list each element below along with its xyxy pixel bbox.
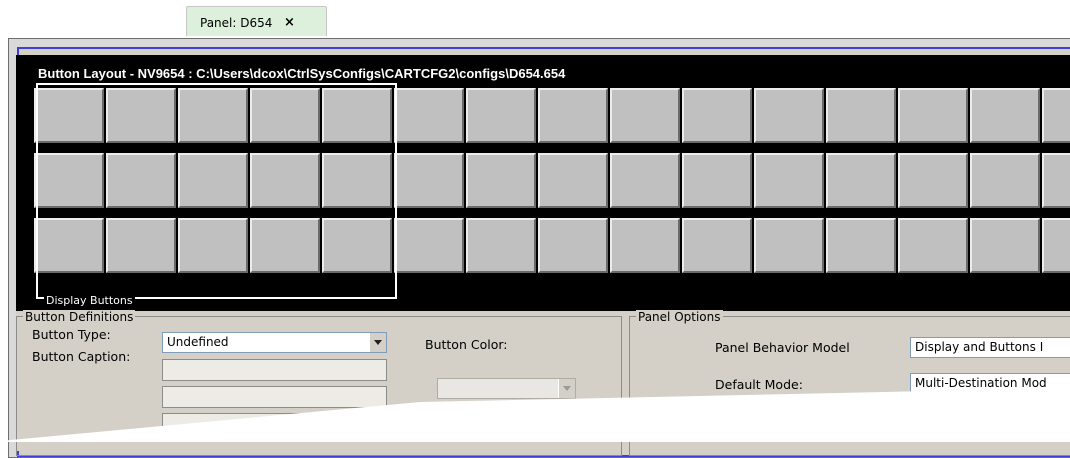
panel-button[interactable] bbox=[1042, 153, 1070, 208]
panel-button[interactable] bbox=[394, 218, 464, 273]
display-buttons-label: Display Buttons bbox=[44, 294, 135, 307]
panel-button[interactable] bbox=[754, 218, 824, 273]
panel-button[interactable] bbox=[898, 153, 968, 208]
panel-button[interactable] bbox=[682, 218, 752, 273]
button-caption-line-2[interactable] bbox=[162, 386, 387, 408]
button-type-value: Undefined bbox=[167, 335, 229, 349]
button-type-label: Button Type: bbox=[32, 327, 111, 342]
button-layout-panel: Button Layout - NV9654 : C:\Users\dcox\C… bbox=[16, 55, 1070, 311]
button-caption-label: Button Caption: bbox=[32, 349, 131, 364]
panel-behavior-value: Display and Buttons I bbox=[915, 340, 1044, 354]
panel-button[interactable] bbox=[826, 88, 896, 143]
button-definitions-group: Button Definitions Button Type: Undefine… bbox=[16, 310, 622, 456]
button-type-select[interactable]: Undefined bbox=[162, 332, 387, 353]
close-icon[interactable]: × bbox=[284, 15, 295, 30]
panel-button[interactable] bbox=[466, 218, 536, 273]
panel-button[interactable] bbox=[610, 218, 680, 273]
panel-button[interactable] bbox=[538, 88, 608, 143]
chevron-down-icon[interactable] bbox=[369, 333, 386, 352]
panel-behavior-select[interactable]: Display and Buttons I bbox=[910, 337, 1070, 358]
default-mode-value: Multi-Destination Mod bbox=[915, 376, 1047, 390]
panel-button[interactable] bbox=[538, 218, 608, 273]
panel-button[interactable] bbox=[610, 153, 680, 208]
tab-label: Panel: D654 bbox=[200, 16, 273, 30]
button-caption-line-1[interactable] bbox=[162, 359, 387, 381]
panel-button[interactable] bbox=[682, 88, 752, 143]
default-mode-select[interactable]: Multi-Destination Mod bbox=[910, 373, 1070, 394]
panel-behavior-label: Panel Behavior Model bbox=[715, 340, 850, 355]
panel-button[interactable] bbox=[970, 88, 1040, 143]
panel-button[interactable] bbox=[682, 153, 752, 208]
panel-button[interactable] bbox=[898, 88, 968, 143]
button-layout-title: Button Layout - NV9654 : C:\Users\dcox\C… bbox=[38, 66, 566, 81]
panel-button[interactable] bbox=[394, 153, 464, 208]
panel-options-group: Panel Options Panel Behavior Model Displ… bbox=[629, 310, 1070, 456]
panel-button[interactable] bbox=[754, 88, 824, 143]
properties-area: Button Definitions Button Type: Undefine… bbox=[16, 310, 1070, 456]
panel-options-title: Panel Options bbox=[636, 310, 723, 324]
panel-button[interactable] bbox=[970, 153, 1040, 208]
panel-button[interactable] bbox=[754, 153, 824, 208]
button-color-select[interactable] bbox=[437, 378, 576, 399]
button-caption-line-3[interactable] bbox=[162, 413, 387, 435]
panel-button[interactable] bbox=[826, 218, 896, 273]
panel-button[interactable] bbox=[826, 153, 896, 208]
panel-button[interactable] bbox=[1042, 218, 1070, 273]
chevron-down-icon[interactable] bbox=[558, 379, 575, 398]
tab-panel-d654[interactable]: Panel: D654 × bbox=[186, 6, 327, 36]
panel-button[interactable] bbox=[898, 218, 968, 273]
panel-button[interactable] bbox=[970, 218, 1040, 273]
panel-button[interactable] bbox=[466, 153, 536, 208]
panel-button[interactable] bbox=[610, 88, 680, 143]
button-definitions-title: Button Definitions bbox=[23, 310, 136, 324]
display-buttons-group: Display Buttons bbox=[36, 83, 397, 307]
button-color-label: Button Color: bbox=[425, 337, 508, 352]
panel-button[interactable] bbox=[538, 153, 608, 208]
panel-button[interactable] bbox=[466, 88, 536, 143]
default-mode-label: Default Mode: bbox=[715, 377, 803, 392]
panel-button[interactable] bbox=[394, 88, 464, 143]
panel-button[interactable] bbox=[1042, 88, 1070, 143]
